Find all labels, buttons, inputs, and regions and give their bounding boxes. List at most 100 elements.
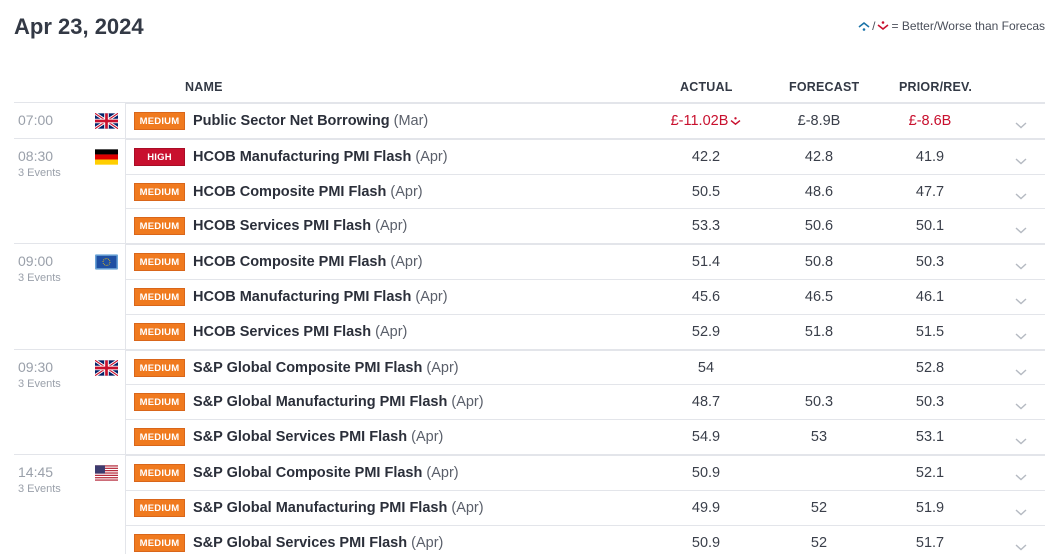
chevron-down-icon[interactable] [1014,364,1028,376]
actual-text: 52.9 [691,323,721,340]
actual-text: 45.6 [691,288,721,305]
time-group: 09:00 3 Events MEDIUM HCOB Composite PMI Fl… [14,243,1045,349]
us-flag [95,465,118,481]
table-row[interactable]: MEDIUM HCOB Composite PMI Flash (Apr) 50.5… [126,173,1045,209]
forecast-value: 50.6 [804,218,834,235]
header-prior: PRIOR/REV. [899,80,973,94]
table-row[interactable]: MEDIUM S&P Global Composite PMI Flash (Ap… [126,349,1045,385]
event-period: (Apr) [451,394,484,411]
prior-value: 46.1 [915,288,945,305]
event-period: (Apr) [426,359,459,376]
forecast-value: 48.6 [804,183,834,200]
event-name[interactable]: HCOB Composite PMI Flash (Apr) [193,254,423,270]
legend: / = Better/Worse than Forecas [858,19,1045,33]
event-period: (Apr) [426,464,459,481]
actual-text: 50.5 [691,183,721,200]
chevron-down-icon[interactable] [1014,258,1028,270]
table-header: NAME ACTUAL FORECAST PRIOR/REV. [0,80,1045,102]
event-title: Public Sector Net Borrowing [193,113,390,129]
actual-value: 49.9 [661,500,751,516]
table-row[interactable]: MEDIUM HCOB Services PMI Flash (Apr) 53.3 5… [126,208,1045,243]
event-title: S&P Global Services PMI Flash [193,429,408,446]
prior-value: 50.3 [915,254,945,271]
table-row[interactable]: MEDIUM S&P Global Services PMI Flash (Apr… [126,419,1045,454]
chevron-down-icon[interactable] [1014,469,1028,481]
event-name[interactable]: Public Sector Net Borrowing (Mar) [193,113,428,129]
worse-icon [877,21,889,31]
impact-badge: MEDIUM [134,498,185,517]
chevron-down-icon[interactable] [1014,539,1028,551]
event-name[interactable]: HCOB Services PMI Flash (Apr) [193,324,407,340]
page-title: Apr 23, 2024 [14,14,144,39]
forecast-value: 50.3 [804,394,834,411]
table-row[interactable]: MEDIUM S&P Global Composite PMI Flash (Ap… [126,454,1045,490]
event-name[interactable]: S&P Global Composite PMI Flash (Apr) [193,360,459,376]
time-group: 08:30 3 Events HIGH HCOB Manufacturing PMI … [14,137,1045,244]
actual-value: 53.3 [661,218,751,234]
table-row[interactable]: MEDIUM S&P Global Manufacturing PMI Flash… [126,489,1045,525]
chevron-down-icon[interactable] [1014,222,1028,234]
chevron-down-icon[interactable] [1014,398,1028,410]
prior-value: 50.3 [915,394,945,411]
prior-value: 51.5 [915,323,945,340]
event-time: 08:30 [18,147,54,164]
event-name[interactable]: HCOB Manufacturing PMI Flash (Apr) [193,289,448,305]
actual-text: 42.2 [691,148,721,165]
chevron-down-icon[interactable] [1014,433,1028,445]
event-period: (Apr) [415,148,448,165]
event-time: 09:00 [18,253,54,270]
event-name[interactable]: HCOB Services PMI Flash (Apr) [193,218,407,234]
chevron-down-icon[interactable] [1014,188,1028,200]
header-forecast: FORECAST [789,80,860,94]
actual-value: 51.4 [661,254,751,270]
impact-badge: MEDIUM [134,428,185,447]
forecast-value: 50.8 [804,254,834,271]
prior-value: 52.8 [915,359,945,376]
table-row[interactable]: MEDIUM HCOB Manufacturing PMI Flash (Apr)… [126,278,1045,314]
table-row[interactable]: MEDIUM S&P Global Services PMI Flash (Apr… [126,524,1045,554]
event-period: (Mar) [393,113,429,129]
time-cell: 09:00 3 Events [14,244,126,349]
table-row[interactable]: HIGH HCOB Manufacturing PMI Flash (Apr) 42… [126,138,1045,174]
actual-text: 51.4 [691,254,721,271]
event-name[interactable]: S&P Global Services PMI Flash (Apr) [193,429,443,445]
events-count: 3 Events [18,272,61,285]
table-row[interactable]: MEDIUM HCOB Services PMI Flash (Apr) 52.9 5… [126,313,1045,349]
event-title: HCOB Composite PMI Flash [193,254,387,271]
actual-value: 50.9 [661,465,751,481]
events-table: 07:00 MEDIUM Public Sector Net Borrowing (… [14,102,1045,554]
event-name[interactable]: S&P Global Manufacturing PMI Flash (Apr) [193,500,484,516]
event-name[interactable]: HCOB Composite PMI Flash (Apr) [193,184,423,200]
forecast-value: 52 [810,499,828,516]
time-cell: 14:45 3 Events [14,454,126,554]
prior-value: £-8.6B [908,113,952,129]
chevron-down-icon[interactable] [1014,504,1028,516]
table-row[interactable]: MEDIUM S&P Global Manufacturing PMI Flash… [126,384,1045,419]
chevron-down-icon[interactable] [1014,328,1028,340]
time-group: 14:45 3 Events MEDIUM S&P Global Composite … [14,453,1045,554]
table-row[interactable]: MEDIUM Public Sector Net Borrowing (Mar) £… [126,103,1045,138]
impact-badge: MEDIUM [134,287,185,306]
worse-icon [728,113,741,129]
table-row[interactable]: MEDIUM HCOB Composite PMI Flash (Apr) 51.4… [126,244,1045,279]
uk-flag [94,358,119,377]
event-name[interactable]: S&P Global Composite PMI Flash (Apr) [193,465,459,481]
forecast-value: 51.8 [804,323,834,340]
chevron-down-icon[interactable] [1014,153,1028,165]
chevron-down-icon[interactable] [1014,293,1028,305]
impact-badge: MEDIUM [134,217,185,236]
impact-badge: MEDIUM [134,322,185,341]
actual-text: 49.9 [691,499,721,516]
actual-text: 53.3 [691,218,721,235]
event-name[interactable]: S&P Global Manufacturing PMI Flash (Apr) [193,394,484,410]
event-title: S&P Global Composite PMI Flash [193,464,423,481]
prior-value: 50.1 [915,218,945,235]
forecast-value: £-8.9B [797,113,841,129]
event-title: S&P Global Composite PMI Flash [193,359,423,376]
event-name[interactable]: S&P Global Services PMI Flash (Apr) [193,535,443,551]
time-cell: 09:30 3 Events [14,349,126,454]
event-name[interactable]: HCOB Manufacturing PMI Flash (Apr) [193,149,448,165]
time-cell: 08:30 3 Events [14,138,126,244]
chevron-down-icon[interactable] [1014,117,1028,129]
header-actual: ACTUAL [680,80,733,94]
